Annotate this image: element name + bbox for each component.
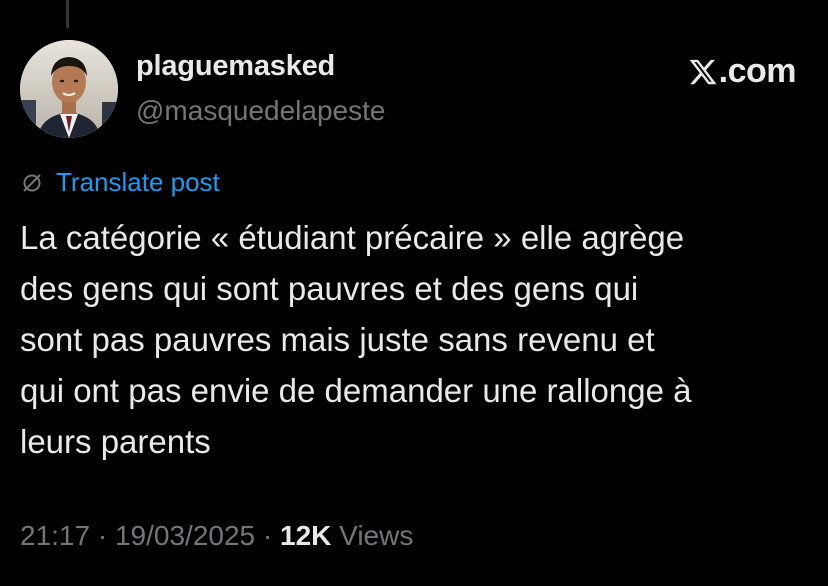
author-display-name[interactable]: plaguemasked <box>136 50 335 83</box>
views-count: 12K <box>280 520 332 551</box>
views-label: Views <box>331 520 414 551</box>
translate-post-label: Translate post <box>56 167 220 197</box>
avatar[interactable] <box>20 40 118 138</box>
x-logo-icon <box>689 59 717 84</box>
translate-post-button[interactable]: Translate post <box>20 167 220 198</box>
post-time[interactable]: 21:17 <box>20 520 90 551</box>
post-metadata: 21:17 · 19/03/2025 · 12K Views <box>20 520 413 552</box>
globe-slash-icon <box>23 173 41 192</box>
meta-separator: · <box>255 520 280 551</box>
brand-domain-label: .com <box>718 52 797 90</box>
meta-separator: · <box>90 520 115 551</box>
brand-watermark: .com <box>688 52 797 91</box>
post-date[interactable]: 19/03/2025 <box>115 520 255 551</box>
author-handle[interactable]: @masquedelapeste <box>136 95 385 127</box>
post-text: La catégorie « étudiant précaire » elle … <box>20 219 692 460</box>
thread-connector-line <box>66 0 69 28</box>
